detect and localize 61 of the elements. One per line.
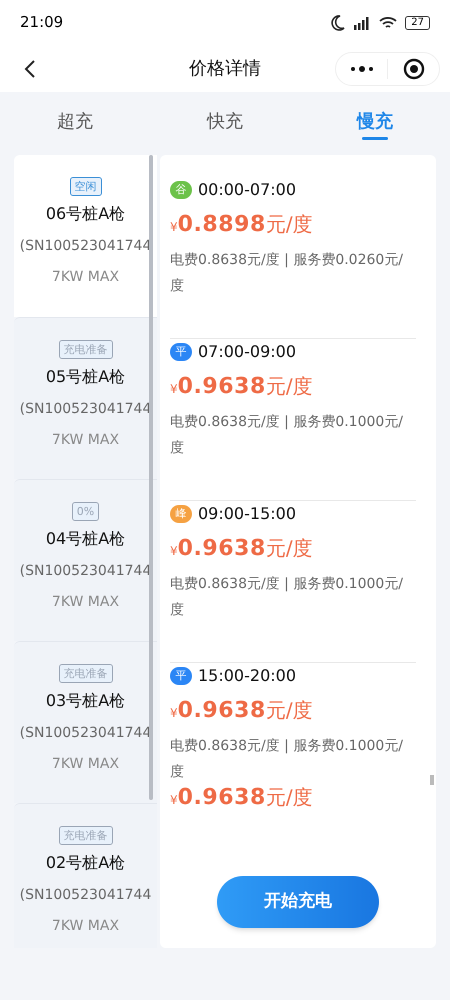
currency-symbol: ¥ [170, 705, 178, 722]
moon-icon [331, 14, 346, 30]
price-detail: 电费0.8638元/度 | 服务费0.1000元/度 [170, 575, 404, 620]
time-range: 07:00-09:00 [198, 341, 296, 363]
tab[interactable]: 快充 [150, 92, 300, 155]
time-range: 00:00-07:00 [198, 179, 296, 201]
status-tag: 充电准备 [58, 664, 112, 683]
dots-icon [350, 64, 374, 72]
pile-power: 7KW MAX [52, 755, 120, 774]
period-badge: 峰 [170, 505, 192, 523]
page-title: 价格详情 [189, 57, 261, 81]
price-detail: 电费0.8638元/度 | 服务费0.1000元/度 [170, 737, 404, 782]
price-unit: 元/度 [266, 784, 313, 811]
period-badge: 平 [170, 343, 192, 361]
target-icon [402, 58, 424, 80]
time-range: 09:00-15:00 [198, 503, 296, 525]
time-range: 15:00-20:00 [198, 665, 296, 687]
price-unit: 元/度 [266, 373, 313, 400]
status-tag: 充电准备 [58, 340, 112, 359]
currency-symbol: ¥ [170, 792, 178, 809]
price-value: 0.9638 [178, 535, 266, 563]
scroll-thumb [430, 775, 434, 785]
period-badge: 谷 [170, 181, 192, 199]
price-value: 0.9638 [178, 373, 266, 401]
period-badge: 平 [170, 667, 192, 685]
battery-level: 27 [405, 16, 430, 30]
price-value: 0.9638 [178, 697, 266, 725]
currency-symbol: ¥ [170, 381, 178, 398]
pile-name: 03号桩A枪 [46, 690, 126, 712]
chevron-left-icon [24, 58, 36, 78]
price-unit: 元/度 [266, 697, 313, 724]
status-tag: 空闲 [70, 177, 102, 196]
tab[interactable]: 超充 [0, 92, 150, 155]
status-tag: 0% [72, 502, 100, 521]
price-unit: 元/度 [266, 535, 313, 562]
pile-item[interactable]: 空闲 06号桩A枪 (SN100523041744 7KW MAX [14, 155, 157, 317]
currency-symbol: ¥ [170, 543, 178, 560]
signal-icon [353, 16, 372, 30]
start-charging-button[interactable]: 开始充电 [217, 876, 379, 928]
pile-power: 7KW MAX [52, 268, 120, 287]
price-value: 0.8898 [178, 211, 266, 239]
pile-serial: (SN100523041744 [20, 237, 152, 256]
pile-serial: (SN100523041744 [20, 400, 152, 419]
pile-name: 02号桩A枪 [46, 852, 126, 874]
currency-symbol: ¥ [170, 219, 178, 236]
pile-serial: (SN100523041744 [20, 724, 152, 743]
pile-name: 04号桩A枪 [46, 528, 126, 550]
pile-name: 06号桩A枪 [46, 203, 126, 225]
price-unit: 元/度 [266, 211, 313, 238]
status-tag: 充电准备 [58, 826, 112, 845]
pile-power: 7KW MAX [52, 593, 120, 612]
pile-power: 7KW MAX [52, 917, 120, 936]
pile-serial: (SN100523041744 [20, 886, 152, 905]
pile-name: 05号桩A枪 [46, 366, 126, 388]
price-detail: 电费0.8638元/度 | 服务费0.1000元/度 [170, 413, 404, 458]
status-time: 21:09 [20, 12, 64, 34]
pile-power: 7KW MAX [52, 431, 120, 450]
wifi-icon [379, 16, 398, 30]
pile-serial: (SN100523041744 [20, 562, 152, 581]
price-detail: 电费0.8638元/度 | 服务费0.0260元/度 [170, 251, 404, 296]
price-value: 0.9638 [178, 784, 266, 812]
